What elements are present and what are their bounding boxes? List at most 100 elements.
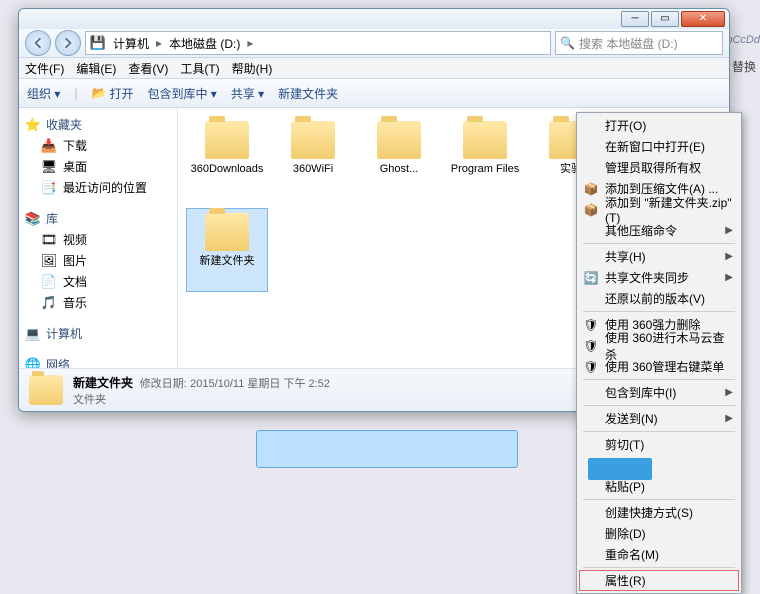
sidebar: ⭐收藏夹 📥下载 🖥桌面 📑最近访问的位置 📚库 🎞视频 🖼图片 📄文档 🎵音乐…	[19, 108, 178, 368]
folder-label: 新建文件夹	[200, 255, 255, 268]
menu-item-label: 剪切(T)	[605, 436, 644, 453]
sidebar-item-recent[interactable]: 📑最近访问的位置	[21, 177, 175, 198]
context-menu-item[interactable]: 属性(R)	[579, 570, 739, 591]
folder-item[interactable]: 360WiFi	[272, 116, 354, 200]
status-name: 新建文件夹	[73, 376, 133, 390]
download-icon: 📥	[41, 138, 57, 154]
menu-item-icon: 🛡	[583, 339, 599, 353]
background-button[interactable]	[588, 458, 652, 480]
menu-separator	[583, 405, 735, 406]
folder-item[interactable]: Program Files	[444, 116, 526, 200]
menu-item-label: 发送到(N)	[605, 410, 658, 427]
menu-edit[interactable]: 编辑(E)	[76, 60, 116, 77]
menu-view[interactable]: 查看(V)	[128, 60, 168, 77]
status-type: 文件夹	[73, 391, 330, 407]
tb-newfolder[interactable]: 新建文件夹	[278, 85, 338, 102]
search-input[interactable]: 🔍 搜索 本地磁盘 (D:)	[555, 31, 723, 55]
menu-item-icon: 🔄	[583, 271, 599, 285]
tb-include[interactable]: 包含到库中 ▾	[147, 85, 216, 102]
sidebar-favorites[interactable]: ⭐收藏夹	[21, 114, 175, 135]
context-menu: 打开(O)在新窗口中打开(E)管理员取得所有权📦添加到压缩文件(A) ...📦添…	[576, 112, 742, 594]
menu-item-label: 共享(H)	[605, 248, 646, 265]
breadcrumb-computer[interactable]: 计算机	[110, 35, 152, 52]
folder-label: 360WiFi	[293, 163, 333, 176]
folder-icon	[205, 121, 249, 159]
desktop-icon: 🖥	[41, 159, 57, 175]
maximize-button[interactable]: ▭	[651, 11, 679, 27]
titlebar: ─ ▭ ✕	[19, 9, 729, 29]
context-menu-item[interactable]: 管理员取得所有权	[579, 157, 739, 178]
context-menu-item[interactable]: 🔄共享文件夹同步▶	[579, 267, 739, 288]
context-menu-item[interactable]: 打开(O)	[579, 115, 739, 136]
menu-item-icon: 🛡	[583, 318, 599, 332]
menu-item-label: 还原以前的版本(V)	[605, 290, 705, 307]
music-icon: 🎵	[41, 295, 57, 311]
back-button[interactable]	[25, 30, 51, 56]
folder-item[interactable]: 新建文件夹	[186, 208, 268, 292]
background-panel	[256, 430, 518, 468]
context-menu-item[interactable]: 创建快捷方式(S)	[579, 502, 739, 523]
context-menu-item[interactable]: 重命名(M)	[579, 544, 739, 565]
menu-item-icon: 📦	[583, 182, 599, 196]
menu-tools[interactable]: 工具(T)	[180, 60, 219, 77]
context-menu-item[interactable]: 📦添加到 "新建文件夹.zip"(T)	[579, 199, 739, 220]
breadcrumb-drive[interactable]: 本地磁盘 (D:)	[166, 35, 243, 52]
menu-item-label: 共享文件夹同步	[605, 269, 689, 286]
folder-icon	[377, 121, 421, 159]
context-menu-item[interactable]: 共享(H)▶	[579, 246, 739, 267]
forward-button[interactable]	[55, 30, 81, 56]
submenu-arrow-icon: ▶	[725, 387, 733, 398]
context-menu-item[interactable]: 🛡使用 360管理右键菜单	[579, 356, 739, 377]
sidebar-item-music[interactable]: 🎵音乐	[21, 292, 175, 313]
context-menu-item[interactable]: 🛡使用 360进行木马云查杀	[579, 335, 739, 356]
menu-file[interactable]: 文件(F)	[25, 60, 64, 77]
menu-item-label: 重命名(M)	[605, 546, 659, 563]
search-icon: 🔍	[560, 36, 575, 50]
video-icon: 🎞	[41, 232, 57, 248]
sidebar-item-downloads[interactable]: 📥下载	[21, 135, 175, 156]
drive-icon: 💾	[90, 35, 106, 51]
context-menu-item[interactable]: 在新窗口中打开(E)	[579, 136, 739, 157]
nav-bar: 💾 计算机 ▸ 本地磁盘 (D:) ▸ 🔍 搜索 本地磁盘 (D:)	[19, 29, 729, 58]
sidebar-item-desktop[interactable]: 🖥桌面	[21, 156, 175, 177]
tb-share[interactable]: 共享 ▾	[231, 85, 264, 102]
folder-item[interactable]: Ghost...	[358, 116, 440, 200]
sidebar-computer[interactable]: 💻计算机	[21, 323, 175, 344]
folder-label: 360Downloads	[191, 163, 264, 176]
menu-bar: 文件(F) 编辑(E) 查看(V) 工具(T) 帮助(H)	[19, 58, 729, 79]
minimize-button[interactable]: ─	[621, 11, 649, 27]
menu-item-label: 包含到库中(I)	[605, 384, 676, 401]
menu-item-label: 删除(D)	[605, 525, 646, 542]
menu-help[interactable]: 帮助(H)	[232, 60, 273, 77]
sidebar-item-documents[interactable]: 📄文档	[21, 271, 175, 292]
tb-open[interactable]: 📂打开	[91, 85, 133, 102]
computer-icon: 💻	[25, 326, 41, 342]
menu-item-icon: 🛡	[583, 360, 599, 374]
menu-separator	[583, 243, 735, 244]
menu-item-label: 属性(R)	[605, 572, 646, 589]
sidebar-network[interactable]: 🌐网络	[21, 354, 175, 368]
context-menu-item[interactable]: 发送到(N) ▶	[579, 408, 739, 429]
network-icon: 🌐	[25, 357, 41, 369]
folder-item[interactable]: 360Downloads	[186, 116, 268, 200]
sidebar-item-pictures[interactable]: 🖼图片	[21, 250, 175, 271]
status-folder-icon	[29, 375, 63, 405]
close-button[interactable]: ✕	[681, 11, 725, 27]
context-menu-item[interactable]: 其他压缩命令▶	[579, 220, 739, 241]
tb-organize[interactable]: 组织 ▾	[27, 85, 60, 102]
context-menu-item[interactable]: 还原以前的版本(V)	[579, 288, 739, 309]
context-menu-item[interactable]: 删除(D)	[579, 523, 739, 544]
submenu-arrow-icon: ▶	[725, 413, 733, 424]
search-placeholder: 搜索 本地磁盘 (D:)	[579, 35, 678, 52]
context-menu-item[interactable]: 包含到库中(I) ▶	[579, 382, 739, 403]
folder-icon	[463, 121, 507, 159]
sidebar-item-videos[interactable]: 🎞视频	[21, 229, 175, 250]
menu-item-label: 创建快捷方式(S)	[605, 504, 693, 521]
chevron-right-icon: ▸	[247, 36, 253, 50]
menu-item-icon: 📦	[583, 203, 599, 217]
context-menu-item[interactable]: 剪切(T)	[579, 434, 739, 455]
address-bar[interactable]: 💾 计算机 ▸ 本地磁盘 (D:) ▸	[85, 31, 551, 55]
library-icon: 📚	[25, 211, 41, 227]
sidebar-libraries[interactable]: 📚库	[21, 208, 175, 229]
menu-item-label: 打开(O)	[605, 117, 646, 134]
